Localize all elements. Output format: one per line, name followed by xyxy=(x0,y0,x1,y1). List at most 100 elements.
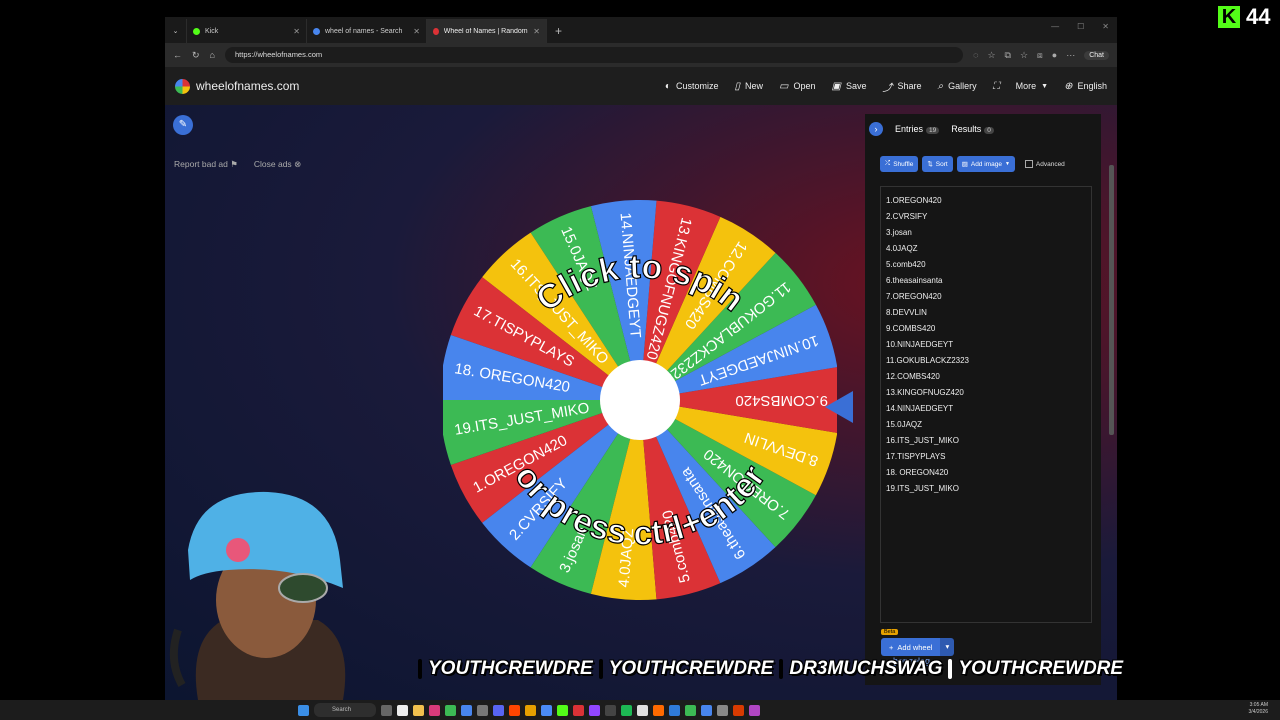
chrome-icon[interactable] xyxy=(461,704,472,716)
tab-entries[interactable]: Entries 19 xyxy=(895,124,940,134)
entry-line: 9.COMBS420 xyxy=(886,324,936,333)
home-icon[interactable]: ⌂ xyxy=(210,50,215,60)
fullscreen-button[interactable]: ⛶ xyxy=(993,81,1000,92)
language-button[interactable]: ⊕ English xyxy=(1064,81,1107,92)
clock-date: 3/4/2026 xyxy=(1248,709,1268,715)
file-explorer-icon[interactable] xyxy=(413,704,424,716)
back-icon[interactable]: ← xyxy=(173,50,182,60)
entry-line: 2.CVRSIFY xyxy=(886,212,928,221)
wheel-favicon-icon xyxy=(433,27,439,35)
folder-icon: ▭ xyxy=(779,80,789,92)
spotify-icon[interactable] xyxy=(621,704,632,716)
app-icon[interactable] xyxy=(749,704,760,716)
tab-results[interactable]: Results 0 xyxy=(951,124,994,134)
copilot-chat-button[interactable]: Chat xyxy=(1084,50,1109,60)
maximize-icon[interactable]: ☐ xyxy=(1077,22,1084,31)
task-view-icon[interactable] xyxy=(381,704,392,716)
app-icon[interactable] xyxy=(429,704,440,716)
shuffle-button[interactable]: ⤮ Shuffle xyxy=(880,156,919,172)
app-icon[interactable] xyxy=(733,704,744,716)
site-logo[interactable]: wheelofnames.com xyxy=(175,78,299,94)
collections-icon[interactable]: ⧈ xyxy=(1037,50,1043,61)
app-icon[interactable] xyxy=(557,704,568,716)
tab-wheel-of-names[interactable]: Wheel of Names | Random name ✕ xyxy=(427,19,547,43)
open-button[interactable]: ▭ Open xyxy=(779,81,815,92)
entry-line: 4.0JAQZ xyxy=(886,244,918,253)
snapchat-icon xyxy=(779,659,784,679)
windows-start-icon[interactable] xyxy=(298,704,309,716)
close-ads-link[interactable]: Close ads ⊗ xyxy=(254,159,301,170)
advanced-checkbox[interactable]: Advanced xyxy=(1024,160,1065,168)
favorite-icon[interactable]: ☆ xyxy=(987,50,995,61)
page-scrollbar[interactable] xyxy=(1109,165,1114,435)
app-icon[interactable] xyxy=(685,704,696,716)
entry-line: 17.TISPYPLAYS xyxy=(886,452,946,461)
reader-icon[interactable]: ◌ xyxy=(973,50,978,60)
close-circle-icon: ⊗ xyxy=(294,159,302,169)
tab-search[interactable]: wheel of names - Search ✕ xyxy=(307,19,427,43)
widgets-icon[interactable] xyxy=(397,704,408,716)
favorites-bar-icon[interactable]: ☆ xyxy=(1020,50,1028,61)
refresh-icon[interactable]: ↻ xyxy=(192,50,200,61)
handle-text: YOUTHCREWDRE xyxy=(608,658,774,679)
close-tab-icon[interactable]: ✕ xyxy=(293,27,300,36)
new-tab-button[interactable]: + xyxy=(547,19,570,43)
system-tray[interactable]: 3:05 AM 3/4/2026 xyxy=(1249,702,1268,716)
app-icon[interactable] xyxy=(541,704,552,716)
twitch-icon[interactable] xyxy=(589,704,600,716)
more-menu-icon[interactable]: ⋯ xyxy=(1066,50,1075,61)
wheel[interactable]: 1.OREGON4202.CVRSIFY3.josan 4.0JAQZ 5.comb… xyxy=(443,142,837,694)
entry-line: 12.COMBS420 xyxy=(886,372,940,381)
entry-line: 18. OREGON420 xyxy=(886,468,949,477)
app-icon[interactable] xyxy=(573,704,584,716)
clock-time: 3:05 AM xyxy=(1249,702,1268,708)
extensions-icon[interactable]: ⧉ xyxy=(1005,50,1011,61)
close-tab-icon[interactable]: ✕ xyxy=(413,27,420,36)
app-icon[interactable] xyxy=(477,704,488,716)
wheel-container[interactable]: 1.OREGON420 2.CVRSIFY 3.josan 4.0JAQZ 5.comb… xyxy=(443,142,837,694)
entries-panel: › Entries 19 Results 0 ⤮ Shuffle ⇅ Sort ▨ Add… xyxy=(865,114,1101,685)
instagram-icon xyxy=(418,659,422,679)
taskbar-search[interactable]: Search xyxy=(314,703,376,717)
entry-line: 10.NINJAEDGEYT xyxy=(886,340,954,349)
edge-icon[interactable] xyxy=(445,704,456,716)
customize-button[interactable]: ◐ Customize xyxy=(665,81,719,92)
wheel-hub[interactable] xyxy=(600,360,680,440)
close-tab-icon[interactable]: ✕ xyxy=(533,27,540,36)
entry-line: 7.OREGON420 xyxy=(886,292,942,301)
globe-icon: ⊕ xyxy=(1064,80,1073,92)
close-window-icon[interactable]: ✕ xyxy=(1102,22,1109,31)
tab-kick[interactable]: Kick ✕ xyxy=(187,19,307,43)
app-icon[interactable] xyxy=(717,704,728,716)
edit-pencil-icon[interactable]: ✎ xyxy=(173,115,193,135)
minimize-icon[interactable]: — xyxy=(1051,22,1059,31)
app-icon[interactable] xyxy=(605,704,616,716)
checkbox-icon[interactable] xyxy=(1024,160,1033,168)
sort-button[interactable]: ⇅ Sort xyxy=(922,156,953,172)
profile-icon[interactable]: ● xyxy=(1052,50,1057,60)
headphones-icon xyxy=(169,628,186,687)
app-icon[interactable] xyxy=(669,704,680,716)
new-button[interactable]: ▯ New xyxy=(734,81,763,92)
app-icon[interactable] xyxy=(653,704,664,716)
tab-list-chevron-icon[interactable]: ⌄ xyxy=(165,19,187,43)
app-icon[interactable] xyxy=(525,704,536,716)
save-button[interactable]: ▣ Save xyxy=(832,81,867,92)
results-count-badge: 0 xyxy=(984,127,994,134)
ad-links: Report bad ad ⚑ Close ads ⊗ xyxy=(174,159,301,170)
app-icon[interactable] xyxy=(637,704,648,716)
gallery-button[interactable]: ⌕ Gallery xyxy=(938,81,977,92)
share-button[interactable]: ⤴ Share xyxy=(882,79,921,94)
collapse-panel-icon[interactable]: › xyxy=(869,122,883,136)
add-image-button[interactable]: ▨ Add image ▼ xyxy=(956,156,1015,172)
app-icon[interactable] xyxy=(701,704,712,716)
more-button[interactable]: More ▼ xyxy=(1016,81,1048,91)
entries-textarea[interactable]: 1.OREGON420 2.CVRSIFY 3.josan 4.0JAQZ 5.comb… xyxy=(880,186,1092,623)
app-icon[interactable] xyxy=(509,704,520,716)
entry-line: 14.NINJAEDGEYT xyxy=(886,404,954,413)
url-input[interactable]: https://wheelofnames.com xyxy=(224,47,964,63)
report-ad-link[interactable]: Report bad ad ⚑ xyxy=(174,159,238,170)
discord-icon[interactable] xyxy=(493,704,504,716)
entry-line: 1.OREGON420 xyxy=(886,196,942,205)
rose-patch-icon xyxy=(226,538,250,562)
